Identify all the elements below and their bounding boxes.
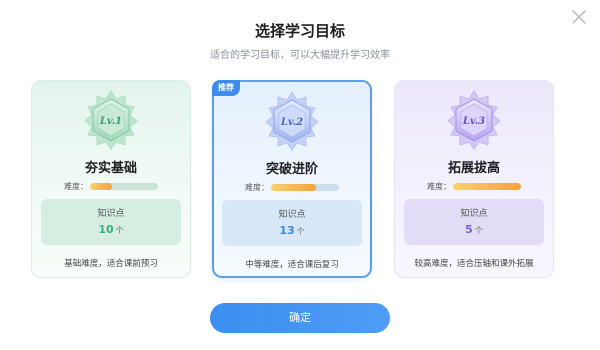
level-card-2[interactable]: 推荐 Lv.2 突破进阶 难度： 知识点 13 个 中等难度，适合课后复习	[212, 80, 372, 278]
difficulty-row: 难度：	[32, 181, 190, 191]
difficulty-fill	[271, 183, 316, 191]
knowledge-label: 知识点	[460, 209, 488, 219]
knowledge-label: 知识点	[97, 209, 125, 219]
knowledge-label: 知识点	[278, 210, 306, 220]
level-card-1[interactable]: Lv.1 夯实基础 难度： 知识点 10 个 基础难度，适合课前预习	[31, 80, 191, 278]
knowledge-count-row: 13 个	[222, 224, 362, 237]
level-badge-icon: Lv.1	[84, 90, 138, 150]
difficulty-fill	[453, 182, 521, 190]
difficulty-label: 难度：	[245, 182, 269, 192]
level-label: Lv.3	[462, 116, 485, 127]
difficulty-row: 难度：	[395, 181, 553, 191]
card-title: 夯实基础	[84, 161, 137, 176]
card-description: 基础难度，适合课前预习	[64, 259, 158, 269]
knowledge-count-row: 10 个	[41, 223, 181, 236]
knowledge-unit: 个	[474, 226, 483, 235]
knowledge-count: 5	[465, 223, 473, 236]
level-card-3[interactable]: Lv.3 拓展拔高 难度： 知识点 5个 较高难度，适合压轴和课外拓展	[394, 80, 554, 278]
dialog-title: 选择学习目标	[254, 22, 345, 40]
difficulty-label: 难度：	[64, 181, 88, 191]
knowledge-count: 10	[98, 223, 114, 236]
knowledge-box: 知识点 13 个	[222, 200, 362, 246]
confirm-button[interactable]: 确定	[210, 303, 390, 333]
difficulty-bar	[453, 182, 521, 190]
difficulty-label: 难度：	[427, 181, 451, 191]
difficulty-bar	[90, 182, 158, 190]
knowledge-box: 知识点 10 个	[41, 199, 181, 245]
difficulty-row: 难度：	[214, 182, 370, 192]
knowledge-box: 知识点 5个	[404, 199, 544, 245]
knowledge-unit: 个	[296, 227, 305, 236]
difficulty-fill	[90, 182, 113, 190]
knowledge-count: 13	[279, 224, 295, 237]
level-label: Lv.2	[280, 117, 303, 128]
dialog-subtitle: 适合的学习目标，可以大幅提升学习效率	[210, 50, 390, 61]
knowledge-unit: 个	[115, 226, 124, 235]
card-description: 中等难度，适合课后复习	[245, 260, 339, 270]
card-title: 拓展拔高	[447, 161, 500, 176]
knowledge-count-row: 5个	[404, 223, 544, 236]
card-description: 较高难度，适合压轴和课外拓展	[414, 259, 534, 269]
level-badge-icon: Lv.3	[447, 90, 501, 150]
difficulty-bar	[271, 183, 339, 191]
recommend-tag: 推荐	[212, 80, 240, 96]
level-label: Lv.1	[99, 116, 122, 127]
level-badge-icon: Lv.2	[265, 91, 319, 151]
card-title: 突破进阶	[265, 162, 318, 177]
